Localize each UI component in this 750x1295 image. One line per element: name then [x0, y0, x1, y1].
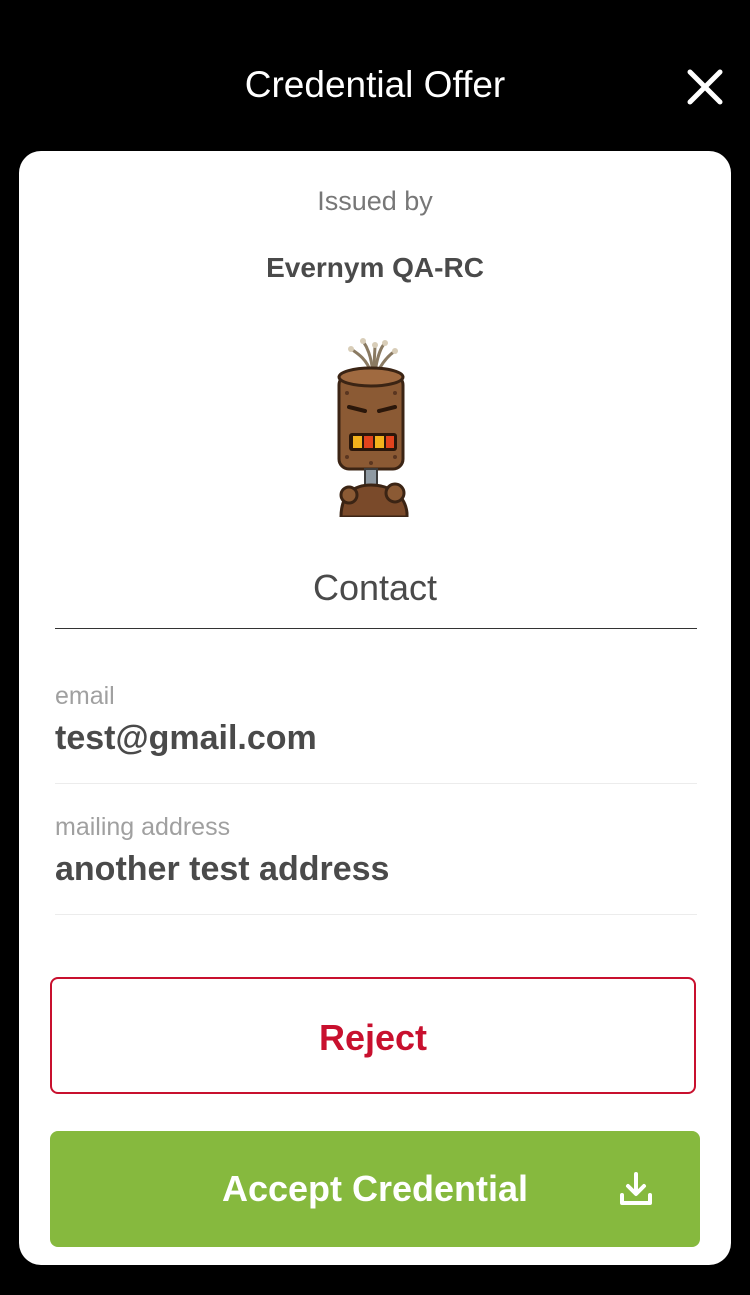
- close-icon: [687, 69, 723, 105]
- accept-credential-button[interactable]: Accept Credential: [50, 1131, 700, 1247]
- attribute-email: email test@gmail.com: [55, 681, 697, 759]
- issued-by-label: Issued by: [317, 186, 433, 216]
- attribute-value: test@gmail.com: [55, 719, 317, 757]
- attribute-label: email: [55, 682, 115, 710]
- attribute-value: another test address: [55, 850, 390, 888]
- accept-button-label: Accept Credential: [221, 1168, 529, 1209]
- credential-card: Issued by Evernym QA-RC Contact email te…: [19, 151, 731, 1265]
- download-icon: [620, 1172, 652, 1205]
- attribute-divider: [55, 783, 697, 784]
- credential-offer-screen: Credential Offer Issued by Evernym QA-RC: [0, 0, 750, 1295]
- credential-name: Contact: [312, 567, 438, 608]
- attribute-mailing-address: mailing address another test address: [55, 812, 697, 890]
- avatar: [327, 337, 423, 519]
- attribute-divider: [55, 914, 697, 915]
- reject-button-label: Reject: [318, 1017, 428, 1058]
- page-title: Credential Offer: [244, 64, 506, 105]
- header: Credential Offer: [0, 0, 750, 150]
- issuer-name: Evernym QA-RC: [266, 252, 484, 283]
- robot-avatar-icon: [337, 338, 409, 519]
- attribute-label: mailing address: [55, 813, 231, 841]
- reject-button[interactable]: Reject: [50, 977, 696, 1094]
- close-button[interactable]: [686, 68, 724, 106]
- credential-name-divider: [55, 628, 697, 629]
